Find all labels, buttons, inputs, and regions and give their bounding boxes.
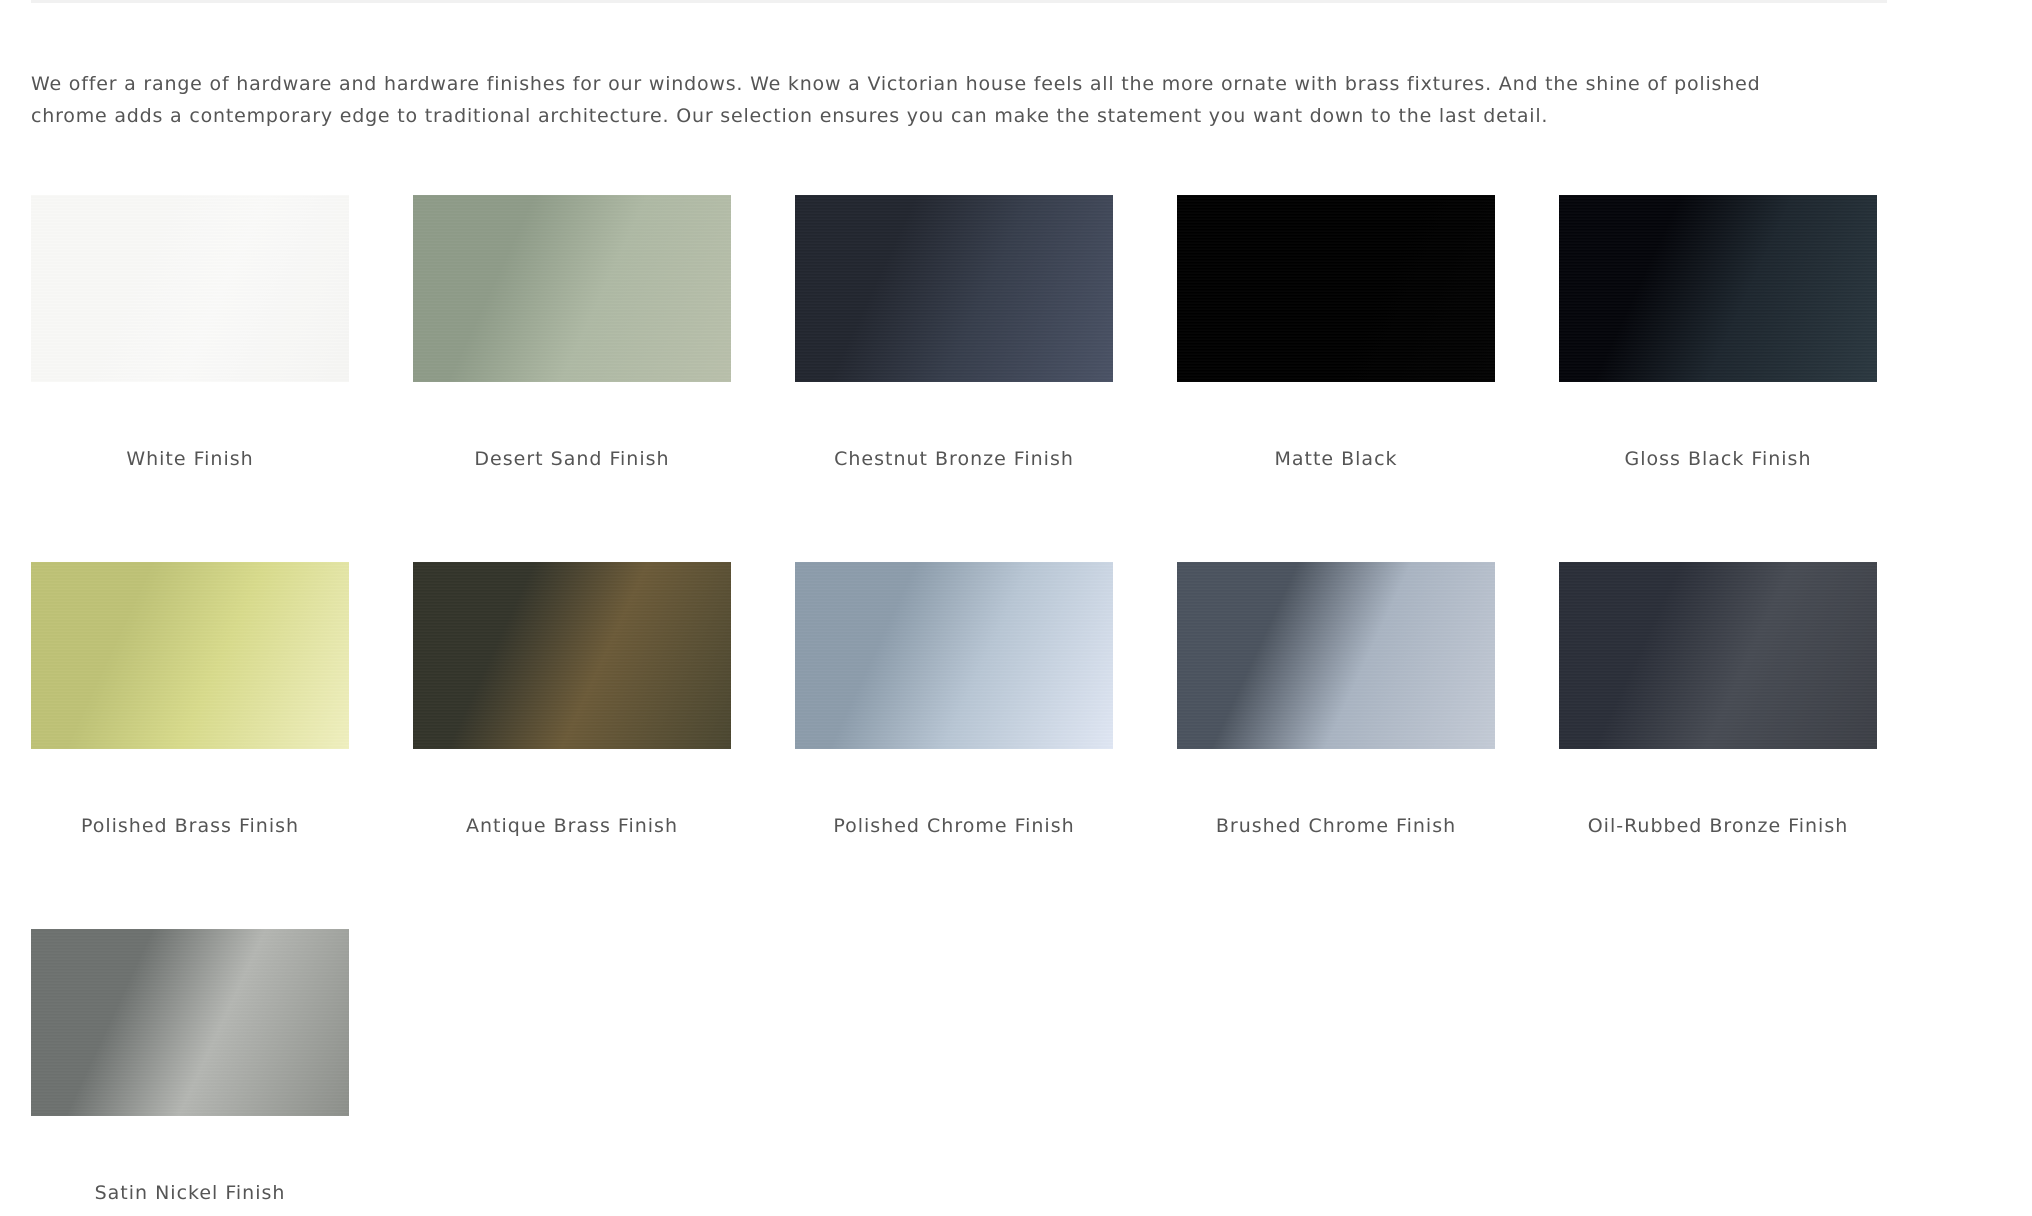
hardware-finishes-page: We offer a range of hardware and hardwar… [0,0,2032,1216]
white-finish-swatch [31,195,349,382]
matte-black-swatch [1177,195,1495,382]
finish-label: Gloss Black Finish [1624,448,1812,470]
finish-label: White Finish [126,448,254,470]
oil-rubbed-bronze-finish-swatch [1559,562,1877,749]
finish-label: Satin Nickel Finish [94,1182,286,1204]
finish-label: Antique Brass Finish [465,815,678,837]
finish-card-white[interactable]: White Finish [31,195,349,495]
brushed-chrome-finish-swatch [1177,562,1495,749]
chestnut-bronze-finish-swatch [795,195,1113,382]
finish-card-satin-nickel[interactable]: Satin Nickel Finish [31,929,349,1216]
finish-card-oil-rubbed-bronze[interactable]: Oil-Rubbed Bronze Finish [1559,562,1877,862]
finish-label: Oil-Rubbed Bronze Finish [1587,815,1849,837]
finish-card-matte-black[interactable]: Matte Black [1177,195,1495,495]
finish-grid: White Finish Desert Sand Finish Chestnut… [31,195,1881,1216]
intro-paragraph: We offer a range of hardware and hardwar… [31,73,1761,127]
finish-card-polished-brass[interactable]: Polished Brass Finish [31,562,349,862]
finish-card-desert-sand[interactable]: Desert Sand Finish [413,195,731,495]
finish-label: Polished Chrome Finish [833,815,1075,837]
finish-label: Matte Black [1274,448,1398,470]
satin-nickel-finish-swatch [31,929,349,1116]
finish-card-antique-brass[interactable]: Antique Brass Finish [413,562,731,862]
desert-sand-finish-swatch [413,195,731,382]
finish-label: Chestnut Bronze Finish [834,448,1074,470]
finish-label: Desert Sand Finish [474,448,670,470]
finish-card-polished-chrome[interactable]: Polished Chrome Finish [795,562,1113,862]
antique-brass-finish-swatch [413,562,731,749]
finish-card-chestnut-bronze[interactable]: Chestnut Bronze Finish [795,195,1113,495]
finish-card-brushed-chrome[interactable]: Brushed Chrome Finish [1177,562,1495,862]
finish-label: Brushed Chrome Finish [1215,815,1457,837]
gloss-black-finish-swatch [1559,195,1877,382]
polished-chrome-finish-swatch [795,562,1113,749]
finish-label: Polished Brass Finish [80,815,300,837]
finish-card-gloss-black[interactable]: Gloss Black Finish [1559,195,1877,495]
polished-brass-finish-swatch [31,562,349,749]
top-divider [31,0,1887,3]
